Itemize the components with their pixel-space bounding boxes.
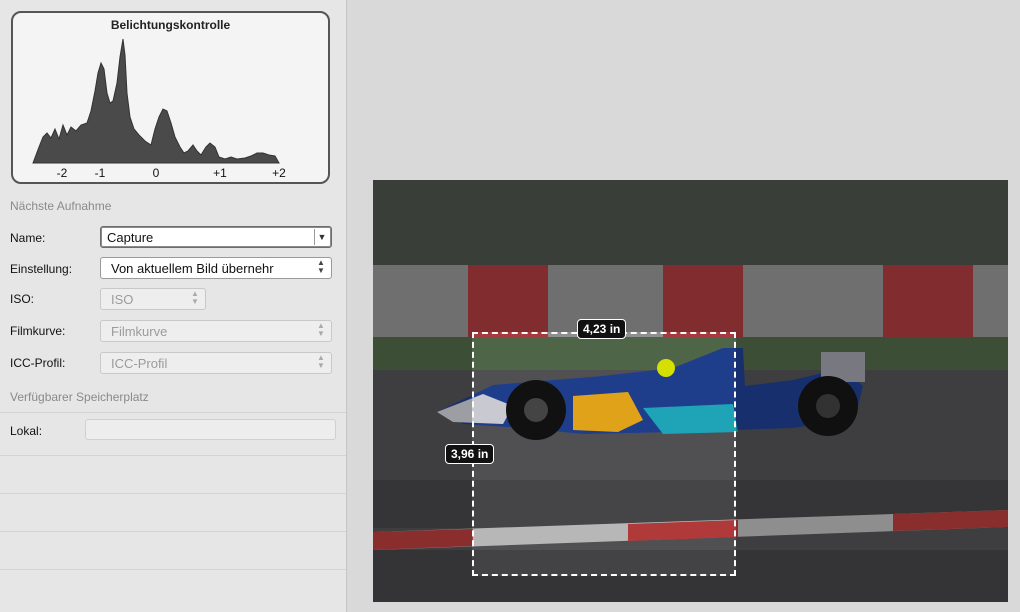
setting-label: Einstellung: <box>10 262 73 276</box>
icc-profile-value: ICC-Profil <box>111 356 168 371</box>
divider <box>0 569 346 570</box>
next-capture-section-title: Nächste Aufnahme <box>10 199 112 213</box>
capture-name-value: Capture <box>107 230 154 245</box>
iso-label: ISO: <box>10 292 35 306</box>
crop-width-label: 4,23 in <box>577 319 627 339</box>
local-storage-label: Lokal: <box>10 424 43 438</box>
local-storage-bar <box>85 419 336 440</box>
updown-arrows-icon: ▲ ▼ <box>317 321 325 338</box>
updown-arrows-icon: ▲ ▼ <box>191 289 199 306</box>
capture-inspector-panel: Belichtungskontrolle -2 -1 0 +1 +2 Nächs… <box>0 0 347 612</box>
storage-section-title: Verfügbarer Speicherplatz <box>10 390 149 404</box>
icc-profile-popup[interactable]: ICC-Profil ▲ ▼ <box>100 352 332 374</box>
divider <box>0 531 346 532</box>
divider <box>0 412 346 413</box>
updown-arrows-icon: ▲ ▼ <box>317 258 325 275</box>
histogram-tick: +1 <box>213 166 227 180</box>
crop-selection-frame[interactable] <box>472 332 736 576</box>
histogram-tick: +2 <box>272 166 286 180</box>
histogram-tick: 0 <box>152 166 160 180</box>
divider <box>0 455 346 456</box>
film-curve-popup[interactable]: Filmkurve ▲ ▼ <box>100 320 332 342</box>
histogram-curve <box>32 38 280 164</box>
capture-preview-image[interactable]: 4,23 in 3,96 in <box>373 180 1008 602</box>
histogram-tick: -1 <box>94 166 106 180</box>
updown-arrows-icon: ▲ ▼ <box>317 353 325 370</box>
capture-name-field[interactable]: Capture ▼ <box>100 226 332 248</box>
divider <box>0 493 346 494</box>
icc-profile-label: ICC-Profil: <box>10 356 66 370</box>
exposure-histogram: Belichtungskontrolle -2 -1 0 +1 +2 <box>11 11 330 184</box>
setting-popup[interactable]: Von aktuellem Bild übernehr ▲ ▼ <box>100 257 332 279</box>
iso-popup[interactable]: ISO ▲ ▼ <box>100 288 206 310</box>
chevron-down-icon[interactable]: ▼ <box>314 229 329 245</box>
crop-height-label: 3,96 in <box>445 444 495 464</box>
name-label: Name: <box>10 231 46 245</box>
histogram-tick: -2 <box>56 166 68 180</box>
film-curve-label: Filmkurve: <box>10 324 66 338</box>
film-curve-value: Filmkurve <box>111 324 168 339</box>
histogram-graph <box>32 38 280 164</box>
iso-value: ISO <box>111 292 134 307</box>
setting-value: Von aktuellem Bild übernehr <box>111 261 274 276</box>
